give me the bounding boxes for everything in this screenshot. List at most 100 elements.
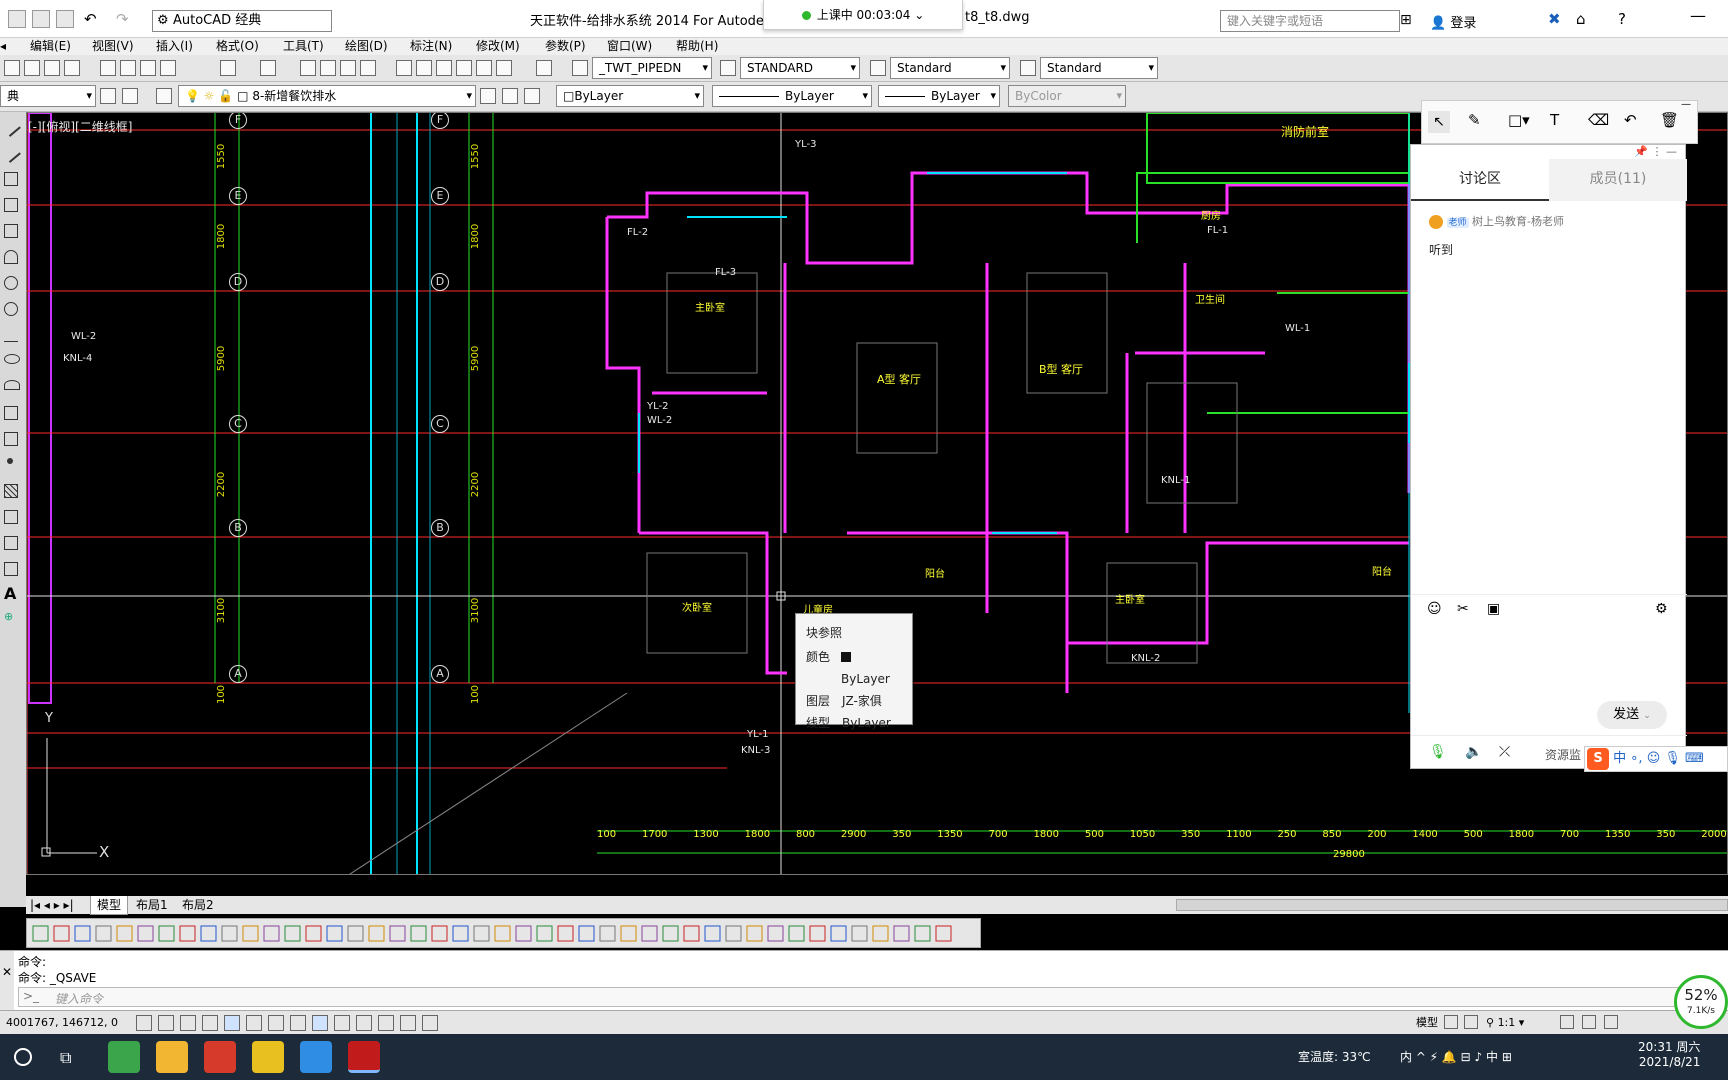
tianzheng-tool-icon[interactable] <box>809 925 826 942</box>
gradient-icon[interactable] <box>4 510 18 524</box>
ellipse-arc-icon[interactable] <box>4 380 20 390</box>
menu-window[interactable]: 窗口(W) <box>607 38 652 55</box>
tianzheng-tool-icon[interactable] <box>368 925 385 942</box>
spline-icon[interactable] <box>4 328 18 342</box>
ortho-toggle-icon[interactable] <box>180 1015 196 1031</box>
tianzheng-tool-icon[interactable] <box>662 925 679 942</box>
menu-params[interactable]: 参数(P) <box>545 38 586 55</box>
tool-palette-icon[interactable] <box>436 60 452 76</box>
tianzheng-tool-icon[interactable] <box>158 925 175 942</box>
tianzheng-tool-icon[interactable] <box>704 925 721 942</box>
autocad-taskbar-icon[interactable] <box>348 1041 380 1073</box>
make-block-icon[interactable] <box>4 432 18 446</box>
horizontal-scrollbar[interactable] <box>1176 899 1728 911</box>
clock[interactable]: 20:31 周六 2021/8/21 <box>1638 1038 1700 1069</box>
ducs-toggle-icon[interactable] <box>290 1015 306 1031</box>
tianzheng-tool-icon[interactable] <box>32 925 49 942</box>
start-search-icon[interactable] <box>14 1048 32 1066</box>
tianzheng-tool-icon[interactable] <box>683 925 700 942</box>
save-icon[interactable] <box>8 10 26 28</box>
tianzheng-tool-icon[interactable] <box>74 925 91 942</box>
color-select[interactable]: □ByLayer <box>556 85 704 107</box>
sc-toggle-icon[interactable] <box>400 1015 416 1031</box>
tianzheng-tool-icon[interactable] <box>473 925 490 942</box>
tianzheng-tool-icon[interactable] <box>494 925 511 942</box>
tianzheng-tool-icon[interactable] <box>221 925 238 942</box>
dim-style-icon[interactable] <box>720 60 736 76</box>
pointer-icon[interactable]: ↖ <box>1428 111 1450 133</box>
design-center-icon[interactable] <box>416 60 432 76</box>
wps-icon[interactable] <box>204 1041 236 1073</box>
command-input[interactable]: >_ 键入命令 <box>18 987 1718 1007</box>
ime-toolbar[interactable]: S 中 ∘, ☺ 🎙 ⌨ <box>1584 746 1728 772</box>
help-search-input[interactable]: 键入关键字或短语 <box>1220 10 1400 32</box>
tianzheng-tool-icon[interactable] <box>452 925 469 942</box>
redo-icon[interactable]: ↷ <box>116 10 134 28</box>
redo-tb-icon[interactable] <box>260 60 276 76</box>
osnap-toggle-icon[interactable] <box>224 1015 240 1031</box>
tianzheng-tool-icon[interactable] <box>536 925 553 942</box>
resource-monitor-label[interactable]: 资源监 <box>1545 746 1581 763</box>
menu-draw[interactable]: 绘图(D) <box>345 38 388 55</box>
tianzheng-tool-icon[interactable] <box>914 925 931 942</box>
tianzheng-tool-icon[interactable] <box>830 925 847 942</box>
zoom-window-icon[interactable] <box>340 60 356 76</box>
clean-screen-icon[interactable] <box>1604 1015 1618 1029</box>
tianzheng-tool-icon[interactable] <box>95 925 112 942</box>
tianzheng-tool-icon[interactable] <box>179 925 196 942</box>
tianzheng-tool-icon[interactable] <box>599 925 616 942</box>
hatch-icon[interactable] <box>4 484 18 498</box>
add-selected-icon[interactable]: ⊕ <box>4 610 13 623</box>
weather-widget[interactable]: 室温度: 33℃ <box>1298 1048 1371 1065</box>
tianzheng-tool-icon[interactable] <box>326 925 343 942</box>
task-view-icon[interactable]: ⧉ <box>60 1048 71 1068</box>
tab-layout1[interactable]: 布局1 <box>130 896 174 914</box>
tab-nav-arrows[interactable]: |◂ ◂ ▸ ▸| <box>30 896 74 914</box>
settings-icon[interactable] <box>100 88 116 104</box>
tianzheng-tool-icon[interactable] <box>851 925 868 942</box>
menu-edit[interactable]: 编辑(E) <box>30 38 71 55</box>
properties-icon[interactable] <box>396 60 412 76</box>
tianzheng-tool-icon[interactable] <box>746 925 763 942</box>
open-icon[interactable] <box>24 60 40 76</box>
print-icon[interactable] <box>56 10 74 28</box>
undo-tb-icon[interactable] <box>220 60 236 76</box>
undo-annotation-icon[interactable]: ↶ <box>1624 111 1637 129</box>
chat-input[interactable] <box>1411 625 1687 699</box>
plot-icon[interactable] <box>64 60 80 76</box>
undo-icon[interactable]: ↶ <box>84 10 102 28</box>
shape-icon[interactable]: □▾ <box>1508 111 1530 129</box>
eraser-icon[interactable]: ⌫ <box>1588 111 1609 129</box>
tianzheng-tool-icon[interactable] <box>53 925 70 942</box>
zoom-realtime-icon[interactable] <box>320 60 336 76</box>
copy-icon[interactable] <box>120 60 136 76</box>
mtext-icon[interactable]: A <box>4 584 16 603</box>
3dosnap-toggle-icon[interactable] <box>246 1015 262 1031</box>
menu-tools[interactable]: 工具(T) <box>283 38 324 55</box>
tab-members[interactable]: 成员(11) <box>1549 159 1687 201</box>
tianzheng-tool-icon[interactable] <box>284 925 301 942</box>
binoculars-icon[interactable]: ⊞ <box>1400 12 1412 28</box>
classroom-app-icon[interactable] <box>300 1041 332 1073</box>
qp-toggle-icon[interactable] <box>378 1015 394 1031</box>
tab-discussion[interactable]: 讨论区 <box>1411 159 1549 201</box>
circle-icon[interactable] <box>4 276 18 290</box>
insert-block-icon[interactable] <box>4 406 18 420</box>
tianzheng-tool-icon[interactable] <box>725 925 742 942</box>
table-icon[interactable] <box>4 562 18 576</box>
layer-previous-icon[interactable] <box>502 88 518 104</box>
workspace-select[interactable]: ⚙ AutoCAD 经典 <box>152 10 332 32</box>
text-style-select[interactable]: _TWT_PIPEDN <box>592 57 712 79</box>
multileader-style-icon[interactable] <box>1020 60 1036 76</box>
xline-icon[interactable] <box>1 143 21 163</box>
tianzheng-tool-icon[interactable] <box>935 925 952 942</box>
viewport-control[interactable]: [-][俯视][二维线框] <box>28 118 132 135</box>
login-button[interactable]: 👤 登录 <box>1430 12 1476 31</box>
tianzheng-tool-icon[interactable] <box>305 925 322 942</box>
menu-insert[interactable]: 插入(I) <box>156 38 193 55</box>
tianzheng-tool-icon[interactable] <box>893 925 910 942</box>
pen-icon[interactable]: ✎ <box>1468 111 1481 129</box>
revcloud-icon[interactable] <box>4 302 18 316</box>
annotation-scale[interactable]: ⚲ 1:1 ▾ <box>1486 1011 1524 1035</box>
command-close-icon[interactable]: ✕ <box>0 951 14 1011</box>
